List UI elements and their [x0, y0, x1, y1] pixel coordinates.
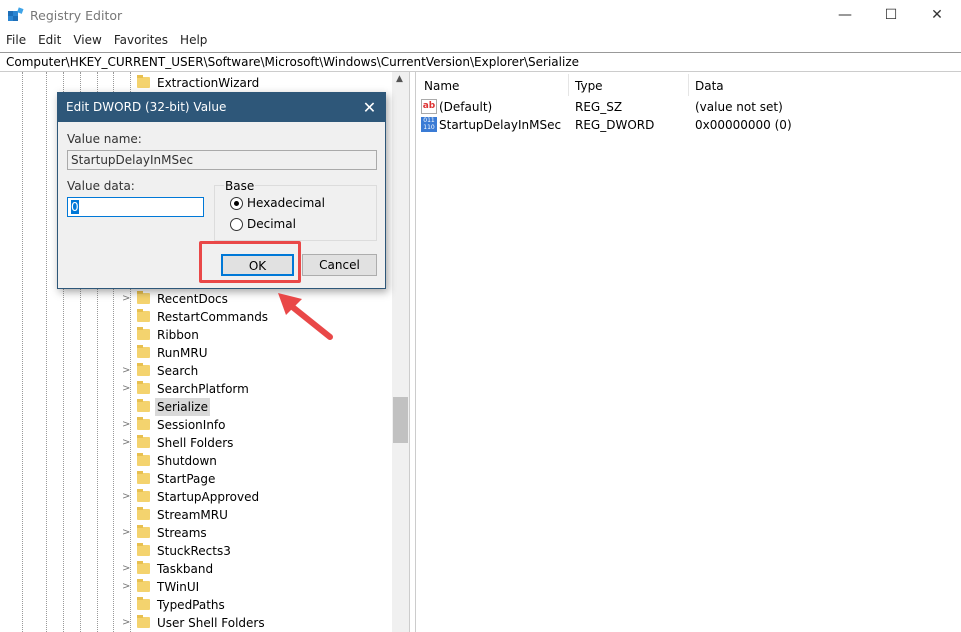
- menu-view[interactable]: View: [67, 30, 107, 47]
- expand-chevron-icon[interactable]: >: [122, 560, 132, 578]
- folder-icon: [137, 525, 150, 538]
- expand-chevron-icon[interactable]: >: [122, 488, 132, 506]
- tree-item-streammru[interactable]: StreamMRU: [122, 506, 392, 524]
- tree-item-startupapproved[interactable]: > StartupApproved: [122, 488, 392, 506]
- tree-item-stuckrects3[interactable]: StuckRects3: [122, 542, 392, 560]
- title-bar: Registry Editor — ☐ ✕: [0, 0, 961, 30]
- expand-chevron-icon[interactable]: >: [122, 614, 132, 632]
- tree-item-taskband[interactable]: > Taskband: [122, 560, 392, 578]
- expand-chevron-icon[interactable]: >: [122, 380, 132, 398]
- values-pane: Name Type Data ab (Default) REG_SZ (valu…: [415, 72, 961, 632]
- cancel-button[interactable]: Cancel: [302, 254, 377, 276]
- folder-icon: [137, 471, 150, 484]
- tree-item-ribbon[interactable]: Ribbon: [122, 326, 392, 344]
- tree-item-searchplatform[interactable]: > SearchPlatform: [122, 380, 392, 398]
- tree-item-shutdown[interactable]: Shutdown: [122, 452, 392, 470]
- tree-scrollbar[interactable]: ▲: [392, 72, 409, 632]
- folder-icon: [137, 345, 150, 358]
- tree-item-extractionwizard[interactable]: ExtractionWizard: [122, 74, 392, 92]
- string-value-icon: ab: [421, 99, 437, 114]
- radio-unselected-icon: [230, 218, 243, 231]
- folder-icon: [137, 363, 150, 376]
- value-name-field: StartupDelayInMSec: [67, 150, 377, 170]
- menu-file[interactable]: File: [0, 30, 32, 47]
- menu-bar: File Edit View Favorites Help: [0, 30, 961, 52]
- tree-item-typedpaths[interactable]: TypedPaths: [122, 596, 392, 614]
- expand-chevron-icon[interactable]: >: [122, 362, 132, 380]
- tree-item-startpage[interactable]: StartPage: [122, 470, 392, 488]
- tree-item-streams[interactable]: > Streams: [122, 524, 392, 542]
- expand-chevron-icon[interactable]: >: [122, 416, 132, 434]
- expand-chevron-icon[interactable]: >: [122, 290, 132, 308]
- value-data-input[interactable]: 0: [67, 197, 204, 217]
- dialog-close-button[interactable]: ✕: [354, 93, 385, 122]
- expand-chevron-icon[interactable]: >: [122, 578, 132, 596]
- folder-icon: [137, 453, 150, 466]
- column-type[interactable]: Type: [575, 79, 603, 93]
- value-row[interactable]: 011 110 StartupDelayInMSec REG_DWORD 0x00…: [416, 116, 956, 134]
- scroll-up-icon[interactable]: ▲: [396, 74, 403, 84]
- radio-decimal[interactable]: Decimal: [230, 217, 370, 233]
- folder-icon: [137, 507, 150, 520]
- tree-item-recentdocs[interactable]: > RecentDocs: [122, 290, 392, 308]
- dialog-title: Edit DWORD (32-bit) Value: [58, 93, 385, 122]
- menu-help[interactable]: Help: [174, 30, 213, 47]
- scrollbar-thumb[interactable]: [393, 397, 408, 443]
- ok-highlight-box: [199, 241, 301, 283]
- folder-icon: [137, 291, 150, 304]
- folder-icon: [137, 381, 150, 394]
- folder-icon: [137, 561, 150, 574]
- registry-editor-icon: [8, 7, 24, 21]
- value-data-label: Value data:: [67, 179, 135, 193]
- expand-chevron-icon[interactable]: >: [122, 524, 132, 542]
- tree-item-serialize[interactable]: Serialize: [122, 398, 392, 416]
- minimize-button[interactable]: —: [822, 0, 868, 30]
- folder-icon: [137, 615, 150, 628]
- pointer-arrow-icon: [278, 293, 333, 340]
- folder-icon: [137, 597, 150, 610]
- folder-icon: [137, 417, 150, 430]
- address-bar[interactable]: Computer\HKEY_CURRENT_USER\Software\Micr…: [0, 52, 961, 72]
- column-name[interactable]: Name: [424, 79, 459, 93]
- base-label: Base: [224, 179, 256, 193]
- folder-icon: [137, 489, 150, 502]
- tree-item-shell-folders[interactable]: > Shell Folders: [122, 434, 392, 452]
- folder-icon: [137, 327, 150, 340]
- tree-item-sessioninfo[interactable]: > SessionInfo: [122, 416, 392, 434]
- folder-icon: [137, 309, 150, 322]
- radio-hexadecimal[interactable]: Hexadecimal: [230, 196, 370, 212]
- folder-icon: [137, 435, 150, 448]
- menu-edit[interactable]: Edit: [32, 30, 67, 47]
- value-row[interactable]: ab (Default) REG_SZ (value not set): [416, 98, 956, 116]
- folder-icon: [137, 579, 150, 592]
- folder-icon: [137, 543, 150, 556]
- folder-icon: [137, 399, 150, 412]
- maximize-button[interactable]: ☐: [868, 0, 914, 30]
- expand-chevron-icon[interactable]: >: [122, 434, 132, 452]
- menu-favorites[interactable]: Favorites: [108, 30, 174, 47]
- radio-selected-icon: [230, 197, 243, 210]
- dword-value-icon: 011 110: [421, 117, 437, 132]
- tree-item-twinui[interactable]: > TWinUI: [122, 578, 392, 596]
- close-button[interactable]: ✕: [914, 0, 960, 30]
- window-title: Registry Editor: [30, 8, 123, 23]
- tree-item-restartcommands[interactable]: RestartCommands: [122, 308, 392, 326]
- tree-item-user-shell-folders[interactable]: > User Shell Folders: [122, 614, 392, 632]
- column-data[interactable]: Data: [695, 79, 724, 93]
- folder-icon: [137, 75, 150, 88]
- tree-item-runmru[interactable]: RunMRU: [122, 344, 392, 362]
- value-name-label: Value name:: [67, 132, 142, 146]
- tree-item-search[interactable]: > Search: [122, 362, 392, 380]
